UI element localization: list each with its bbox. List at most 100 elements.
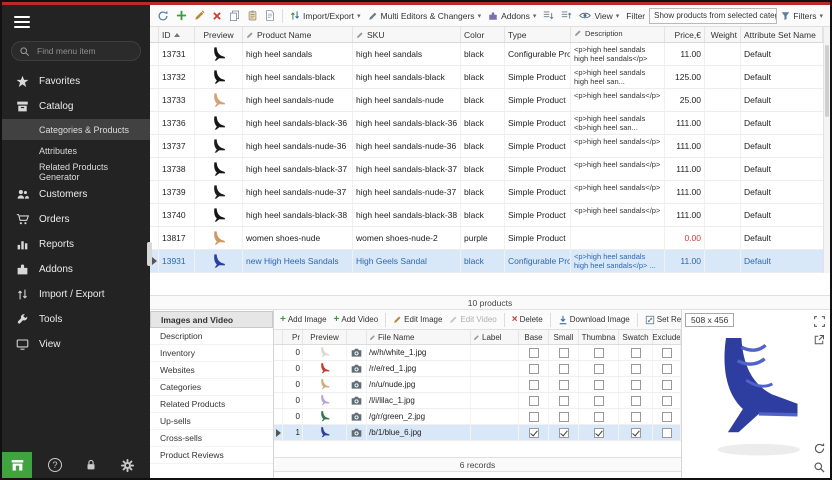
column-header-thumbnail[interactable]: Thumbna [579,330,619,344]
expand-all-button[interactable] [540,6,557,26]
checkbox[interactable] [631,348,641,358]
tab-product-reviews[interactable]: Product Reviews [150,447,273,464]
sidebar-item-reports[interactable]: Reports [2,232,150,257]
sidebar-item-customers[interactable]: Customers [2,182,150,207]
view-menu[interactable]: View▾ [576,6,622,26]
checkbox[interactable] [559,396,569,406]
checkbox[interactable] [559,364,569,374]
tab-images-and-video[interactable]: Images and Video [150,311,273,328]
column-header-attribute-set[interactable]: Attribute Set Name [741,27,823,42]
media-row[interactable]: 0 /g/r/green_2.jpg [274,409,681,425]
menu-search-input[interactable] [35,45,133,57]
column-header-base[interactable]: Base [519,330,549,344]
settings-button[interactable] [114,454,140,476]
sidebar-item-attributes[interactable]: Attributes [2,140,150,161]
column-header-id[interactable]: ID [159,27,195,42]
checkbox[interactable] [631,428,641,438]
checkbox[interactable] [662,380,672,390]
tab-up-sells[interactable]: Up-sells [150,413,273,430]
column-header-description[interactable]: Description [571,27,665,42]
checkbox[interactable] [631,412,641,422]
column-header-product-name[interactable]: Product Name [243,27,353,42]
media-row[interactable]: 0 /n/u/nude.jpg [274,377,681,393]
filters-menu[interactable]: Filters▾ [778,6,826,26]
store-button[interactable] [2,452,32,478]
product-row[interactable]: 13739 high heel sandals-nude-37 high hee… [150,181,830,204]
checkbox[interactable] [529,364,539,374]
column-header-label[interactable]: Label [471,330,519,344]
collapse-all-button[interactable] [558,6,575,26]
column-header-position[interactable]: Pr [283,330,303,344]
checkbox[interactable] [529,380,539,390]
checkbox[interactable] [631,364,641,374]
edit-product-button[interactable] [191,6,208,26]
sidebar-item-related-products-generator[interactable]: Related Products Generator [2,161,150,182]
product-row[interactable]: 13732 high heel sandals-black high heel … [150,66,830,89]
paste-button[interactable] [244,6,261,26]
rotate-button[interactable] [811,440,827,456]
checkbox[interactable] [594,396,604,406]
checkbox[interactable] [662,348,672,358]
zoom-button[interactable] [811,459,827,475]
tab-related-products[interactable]: Related Products [150,396,273,413]
sidebar-item-view[interactable]: View [2,332,150,357]
tab-inventory[interactable]: Inventory [150,345,273,362]
column-header-exclude[interactable]: Exclude [653,330,681,344]
checkbox[interactable] [559,412,569,422]
add-product-button[interactable] [173,6,190,26]
sidebar-item-import-export[interactable]: Import / Export [2,282,150,307]
product-row[interactable]: 13737 high heel sandals-nude-36 high hee… [150,135,830,158]
menu-icon[interactable] [2,5,150,37]
column-header-price[interactable]: Price,€ [665,27,705,42]
product-row[interactable]: 13931 new High Heels Sandals High Geels … [150,250,830,273]
checkbox[interactable] [559,348,569,358]
help-button[interactable]: ? [42,454,68,476]
checkbox[interactable] [662,412,672,422]
product-row[interactable]: 13731 high heel sandals high heel sandal… [150,43,830,66]
checkbox[interactable] [529,412,539,422]
lock-button[interactable] [78,454,104,476]
column-header-type[interactable]: Type [505,27,571,42]
product-row[interactable]: 13740 high heel sandals-black-38 high he… [150,204,830,227]
checkbox[interactable] [559,380,569,390]
sidebar-item-orders[interactable]: Orders [2,207,150,232]
scrollbar-thumb[interactable] [825,45,829,117]
add-image-button[interactable]: +Add Image [277,311,330,329]
checkbox[interactable] [529,428,539,438]
panel-splitter-handle[interactable] [147,242,152,266]
download-image-button[interactable]: Download Image [555,311,633,329]
column-header-weight[interactable]: Weight [705,27,741,42]
checkbox[interactable] [594,428,604,438]
checkbox[interactable] [662,428,672,438]
checkbox[interactable] [662,396,672,406]
checkbox[interactable] [594,348,604,358]
column-header-sku[interactable]: SKU [353,27,461,42]
column-header-preview[interactable]: Preview [195,27,243,42]
sidebar-item-tools[interactable]: Tools [2,307,150,332]
tab-description[interactable]: Description [150,328,273,345]
checkbox[interactable] [662,364,672,374]
checkbox[interactable] [631,396,641,406]
refresh-button[interactable] [154,6,172,26]
multi-editors-menu[interactable]: Multi Editors & Changers▾ [365,6,485,26]
column-header-small[interactable]: Small [549,330,579,344]
checkbox[interactable] [529,348,539,358]
delete-image-button[interactable]: ×Delete [509,311,546,329]
product-row[interactable]: 13738 high heel sandals-black-37 high he… [150,158,830,181]
add-video-button[interactable]: +Add Video [331,311,382,329]
import-export-menu[interactable]: Import/Export▾ [287,6,364,26]
product-row[interactable]: 13817 women shoes-nude women shoes-nude-… [150,227,830,250]
column-header-preview[interactable]: Preview [303,330,347,344]
media-row[interactable]: 1 /b/1/blue_6.jpg [274,425,681,441]
checkbox[interactable] [529,396,539,406]
set-resize-rule-button[interactable]: Set Resize Rule [642,311,681,329]
sidebar-item-favorites[interactable]: Favorites [2,69,150,94]
checkbox[interactable] [594,364,604,374]
edit-image-button[interactable]: Edit Image [390,311,445,329]
checkbox[interactable] [631,380,641,390]
column-header-file-name[interactable]: File Name [367,330,471,344]
copy-button[interactable] [226,6,243,26]
column-header-color[interactable]: Color [461,27,505,42]
media-row[interactable]: 0 /l/i/lilac_1.jpg [274,393,681,409]
tab-categories[interactable]: Categories [150,379,273,396]
